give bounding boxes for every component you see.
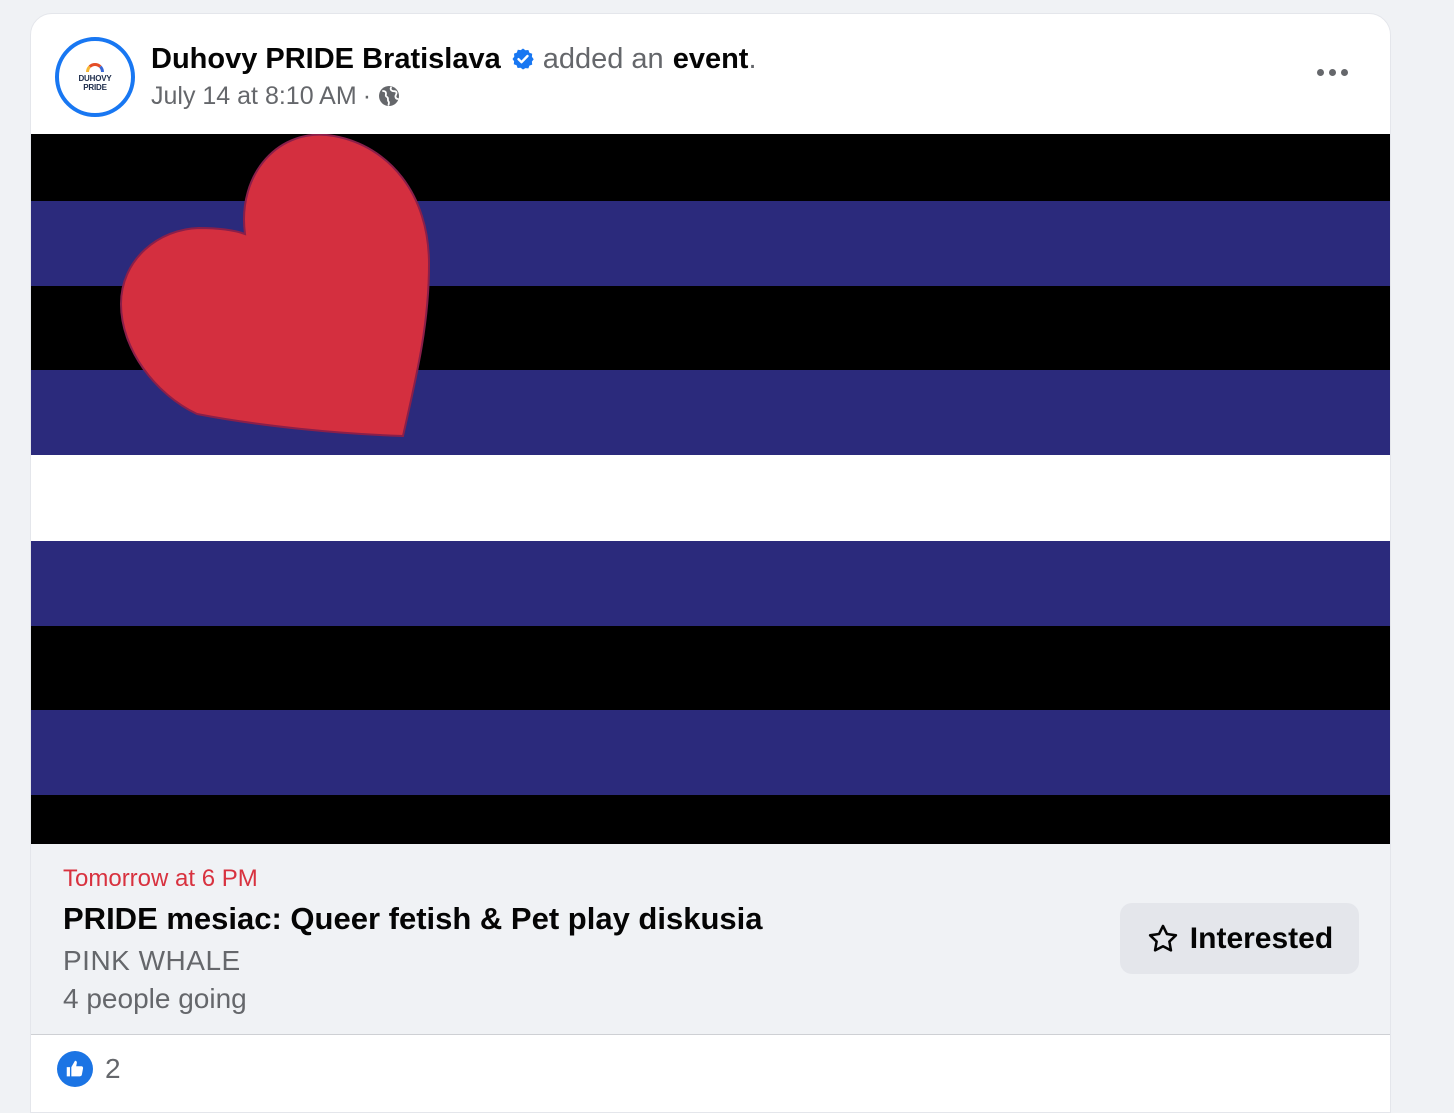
like-icon <box>57 1051 93 1087</box>
page-avatar[interactable]: DUHOVY PRIDE <box>55 37 135 117</box>
event-going-count: 4 people going <box>63 983 247 1014</box>
star-icon <box>1148 924 1177 952</box>
action-suffix-text: . <box>748 43 757 75</box>
thumbs-up-icon <box>66 1060 84 1077</box>
post-action-line: Duhovy PRIDE Bratislava added an event . <box>151 41 757 77</box>
event-title[interactable]: PRIDE mesiac: Queer fetish & Pet play di… <box>63 900 762 938</box>
feed-post: DUHOVY PRIDE Duhovy PRIDE Bratislava add… <box>30 13 1391 1113</box>
more-options-dot <box>1328 68 1336 76</box>
globe-icon[interactable] <box>377 84 401 108</box>
interested-label: Interested <box>1189 921 1334 955</box>
avatar-logo: DUHOVY PRIDE <box>62 44 128 110</box>
interested-button[interactable]: Interested <box>1120 903 1359 974</box>
flag-stripe <box>31 795 1390 844</box>
meta-separator: · <box>362 82 372 110</box>
reaction-count: 2 <box>105 1053 121 1084</box>
flag-stripe <box>31 710 1390 795</box>
reactions-summary[interactable]: 2 <box>57 1049 121 1089</box>
event-location: PINK WHALE <box>63 945 241 976</box>
post-header: DUHOVY PRIDE Duhovy PRIDE Bratislava add… <box>31 14 1390 134</box>
more-options-dot <box>1340 68 1348 76</box>
flag-stripe <box>31 455 1390 541</box>
action-prefix-text: added an <box>542 43 664 75</box>
event-link[interactable]: event <box>673 41 749 77</box>
heart-icon <box>119 134 431 438</box>
event-date: Tomorrow at 6 PM <box>63 865 258 892</box>
avatar-logo-text: DUHOVY PRIDE <box>78 73 112 92</box>
flag-stripe <box>31 541 1390 626</box>
more-options-icon <box>1316 68 1324 76</box>
event-details[interactable]: Tomorrow at 6 PM PRIDE mesiac: Queer fet… <box>31 844 1390 1035</box>
post-meta-line: July 14 at 8:10 AM · <box>151 81 757 111</box>
rainbow-arc-icon <box>86 62 104 72</box>
event-cover-image[interactable] <box>31 134 1390 844</box>
more-options-button[interactable] <box>1310 56 1354 88</box>
flag-stripe <box>31 626 1390 710</box>
page-name-link[interactable]: Duhovy PRIDE Bratislava <box>151 41 501 77</box>
post-timestamp[interactable]: July 14 at 8:10 AM <box>151 81 357 111</box>
verified-badge-icon <box>512 48 534 70</box>
post-header-text: Duhovy PRIDE Bratislava added an event .… <box>151 41 757 111</box>
